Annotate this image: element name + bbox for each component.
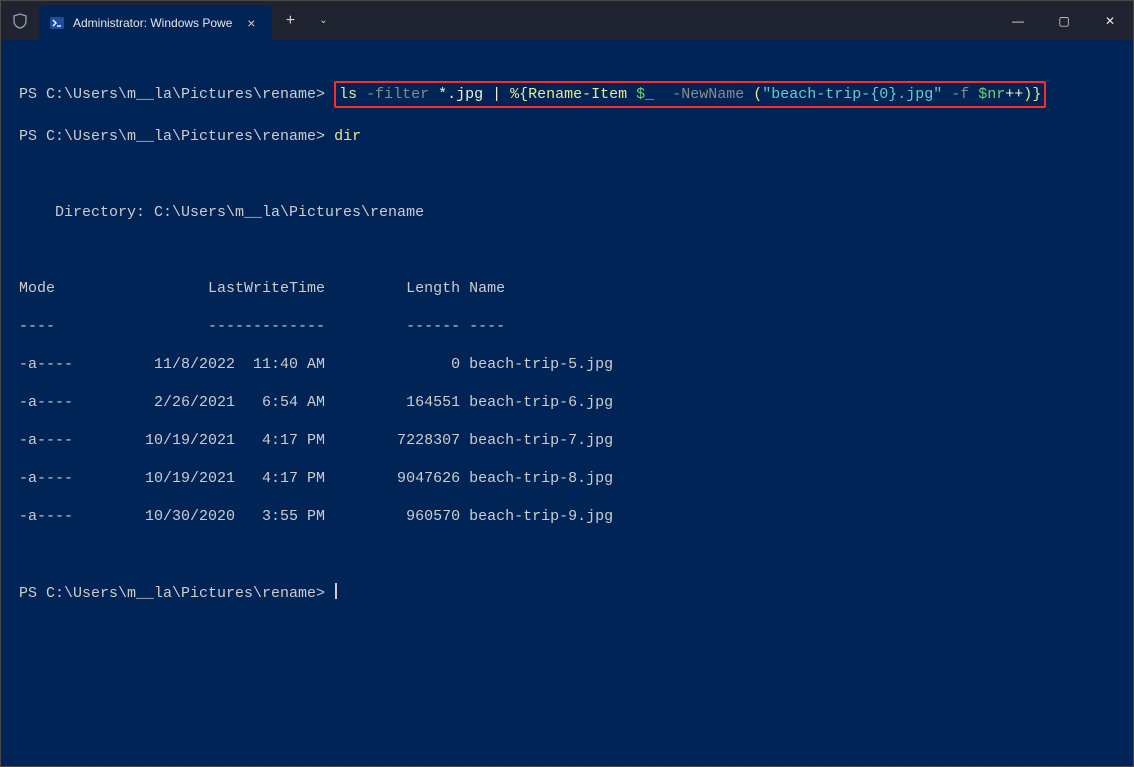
table-row: -a---- 2/26/2021 6:54 AM 164551 beach-tr…: [19, 393, 1115, 412]
cmd-seg: ++: [1005, 86, 1023, 103]
cmd-seg: $_: [636, 86, 663, 103]
cmd-seg: }: [1032, 86, 1041, 103]
cursor: [335, 583, 337, 599]
cmd-seg: *.jpg: [438, 86, 492, 103]
maximize-button[interactable]: ▢: [1041, 1, 1087, 40]
prompt: PS C:\Users\m__la\Pictures\rename>: [19, 86, 334, 103]
cmd-seg: (: [753, 86, 762, 103]
terminal-window: Administrator: Windows Powe × + ⌄ — ▢ ✕ …: [0, 0, 1134, 767]
cmd-seg: %{: [510, 86, 528, 103]
shield-icon: [1, 1, 39, 40]
tab-title: Administrator: Windows Powe: [73, 16, 232, 30]
prompt: PS C:\Users\m__la\Pictures\rename>: [19, 585, 334, 602]
cmd-seg: -f: [942, 86, 978, 103]
table-row: -a---- 10/19/2021 4:17 PM 9047626 beach-…: [19, 469, 1115, 488]
cmd-seg: $nr: [978, 86, 1005, 103]
table-header: Mode LastWriteTime Length Name: [19, 279, 1115, 298]
titlebar-drag-region[interactable]: [338, 1, 995, 40]
table-row: -a---- 11/8/2022 11:40 AM 0 beach-trip-5…: [19, 355, 1115, 374]
table-rule: ---- ------------- ------ ----: [19, 317, 1115, 336]
terminal-line: PS C:\Users\m__la\Pictures\rename>: [19, 583, 1115, 603]
new-tab-button[interactable]: +: [272, 1, 308, 40]
powershell-icon: [49, 15, 65, 31]
terminal-line: PS C:\Users\m__la\Pictures\rename> dir: [19, 127, 1115, 146]
cmd-text: dir: [334, 128, 361, 145]
close-tab-button[interactable]: ×: [240, 5, 262, 40]
terminal-pane[interactable]: PS C:\Users\m__la\Pictures\rename> ls -f…: [1, 40, 1133, 766]
cmd-seg: Rename-Item: [528, 86, 636, 103]
directory-header: Directory: C:\Users\m__la\Pictures\renam…: [19, 203, 1115, 222]
table-row: -a---- 10/30/2020 3:55 PM 960570 beach-t…: [19, 507, 1115, 526]
cmd-seg: -NewName: [663, 86, 753, 103]
titlebar[interactable]: Administrator: Windows Powe × + ⌄ — ▢ ✕: [1, 1, 1133, 40]
cmd-seg: ls: [339, 86, 366, 103]
cmd-seg: |: [492, 86, 510, 103]
close-window-button[interactable]: ✕: [1087, 1, 1133, 40]
cmd-seg: "beach-trip-{0}.jpg": [762, 86, 942, 103]
table-row: -a---- 10/19/2021 4:17 PM 7228307 beach-…: [19, 431, 1115, 450]
terminal-line: PS C:\Users\m__la\Pictures\rename> ls -f…: [19, 81, 1115, 108]
cmd-seg: -filter: [366, 86, 438, 103]
cmd-seg: ): [1023, 86, 1032, 103]
prompt: PS C:\Users\m__la\Pictures\rename>: [19, 128, 334, 145]
highlight-box: ls -filter *.jpg | %{Rename-Item $_ -New…: [334, 81, 1046, 108]
active-tab[interactable]: Administrator: Windows Powe ×: [39, 5, 272, 40]
tab-dropdown-button[interactable]: ⌄: [308, 1, 338, 40]
minimize-button[interactable]: —: [995, 1, 1041, 40]
